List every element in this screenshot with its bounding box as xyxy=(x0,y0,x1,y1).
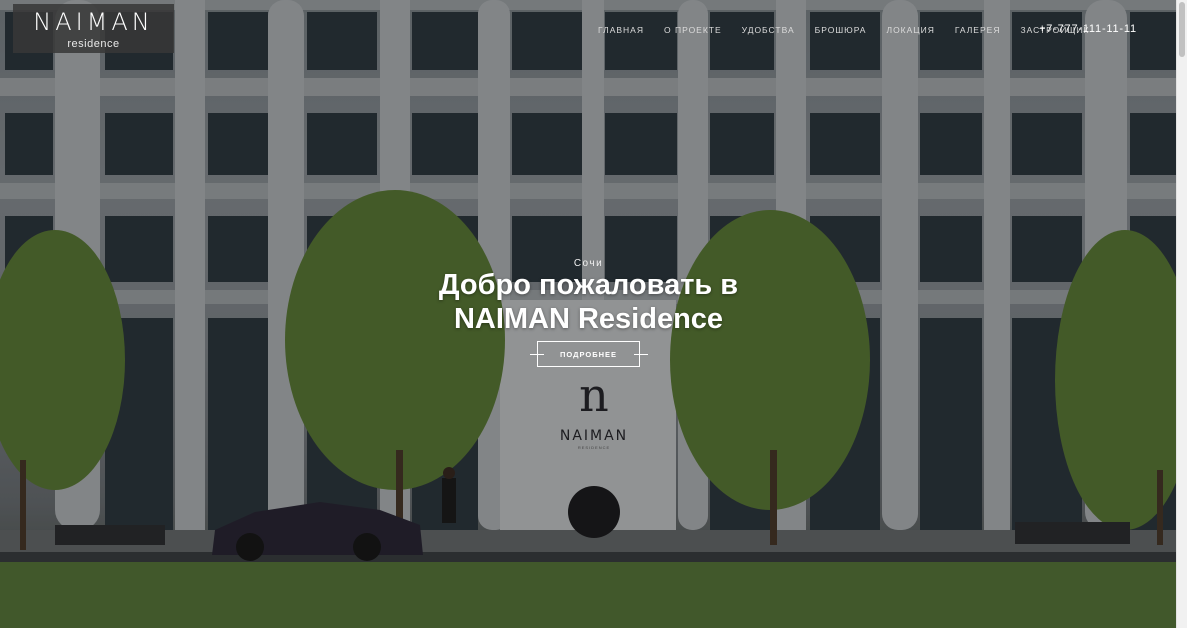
nav-item-home[interactable]: ГЛАВНАЯ xyxy=(598,24,644,38)
nav-item-gallery[interactable]: ГАЛЕРЕЯ xyxy=(955,24,1001,38)
nav-item-brochure[interactable]: БРОШЮРА xyxy=(815,24,867,38)
more-button-group: ПОДРОБНЕЕ xyxy=(530,341,648,369)
logo-subtitle: residence xyxy=(67,38,120,50)
main-nav: ГЛАВНАЯ О ПРОЕКТЕ УДОБСТВА БРОШЮРА ЛОКАЦ… xyxy=(598,24,1109,38)
hero-headline: Добро пожаловать в NAIMAN Residence xyxy=(0,268,1177,336)
nav-item-about[interactable]: О ПРОЕКТЕ xyxy=(664,24,722,38)
sign-logo-mark: n xyxy=(579,368,609,422)
hero-headline-line-2: NAIMAN Residence xyxy=(453,303,724,335)
hero-headline-line-1: Добро пожаловать в xyxy=(438,269,739,301)
logo-name: NAIMAN xyxy=(33,8,154,36)
phone-link[interactable]: +7-777-111-11-11 xyxy=(1039,23,1137,35)
sign-logo-name: NAIMAN xyxy=(559,428,629,444)
scrollbar-thumb[interactable] xyxy=(1179,2,1185,57)
more-button[interactable]: ПОДРОБНЕЕ xyxy=(537,341,640,367)
page-scrollbar[interactable] xyxy=(1176,0,1187,628)
sign-logo-sub: RESIDENCE xyxy=(577,445,611,450)
nav-item-amenities[interactable]: УДОБСТВА xyxy=(742,24,795,38)
nav-item-location[interactable]: ЛОКАЦИЯ xyxy=(886,24,934,38)
site-logo[interactable]: NAIMAN residence xyxy=(13,4,174,53)
building-sign: n NAIMAN RESIDENCE xyxy=(540,370,648,450)
